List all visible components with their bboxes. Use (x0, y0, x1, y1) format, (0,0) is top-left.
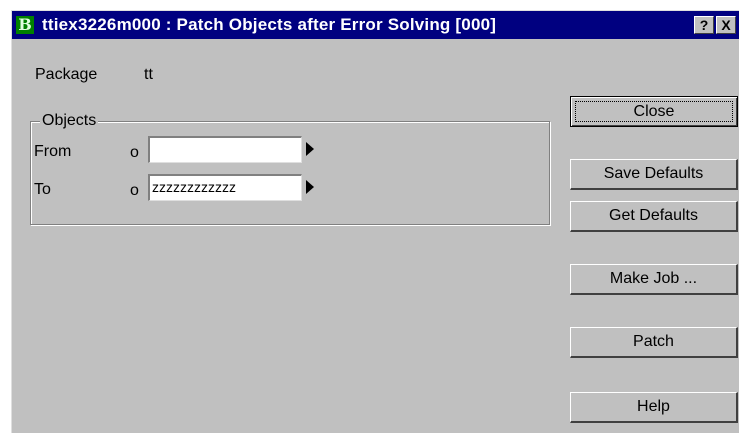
from-zoom-arrow-icon[interactable] (306, 142, 314, 156)
app-icon[interactable]: B (16, 16, 34, 34)
package-label: Package (35, 66, 98, 83)
focus-rectangle (575, 101, 733, 122)
help-title-button[interactable]: ? (694, 16, 714, 34)
get-defaults-button[interactable]: Get Defaults (570, 201, 738, 232)
from-label: From (34, 143, 72, 160)
objects-group-label: Objects (40, 112, 99, 130)
to-label: To (34, 181, 51, 198)
to-operator[interactable]: o (130, 182, 139, 200)
make-job-button-label: Make Job ... (609, 270, 698, 287)
window-title: ttiex3226m000 : Patch Objects after Erro… (42, 15, 497, 34)
save-defaults-button[interactable]: Save Defaults (570, 159, 738, 190)
patch-button[interactable]: Patch (570, 327, 738, 358)
to-zoom-arrow-icon[interactable] (306, 180, 314, 194)
title-bar[interactable]: B ttiex3226m000 : Patch Objects after Er… (12, 11, 739, 39)
make-job-button[interactable]: Make Job ... (570, 264, 738, 295)
from-input[interactable] (148, 136, 302, 163)
to-input[interactable]: zzzzzzzzzzzz (148, 174, 302, 201)
from-operator[interactable]: o (130, 144, 139, 162)
help-button[interactable]: Help (570, 392, 738, 423)
close-button[interactable]: Close (570, 96, 738, 127)
save-defaults-button-label: Save Defaults (603, 165, 704, 182)
package-value: tt (144, 66, 153, 83)
help-button-label: Help (637, 398, 670, 415)
dialog-window: B ttiex3226m000 : Patch Objects after Er… (11, 10, 739, 433)
close-window-button[interactable]: X (716, 16, 736, 34)
patch-button-label: Patch (633, 333, 674, 350)
get-defaults-button-label: Get Defaults (609, 207, 698, 224)
